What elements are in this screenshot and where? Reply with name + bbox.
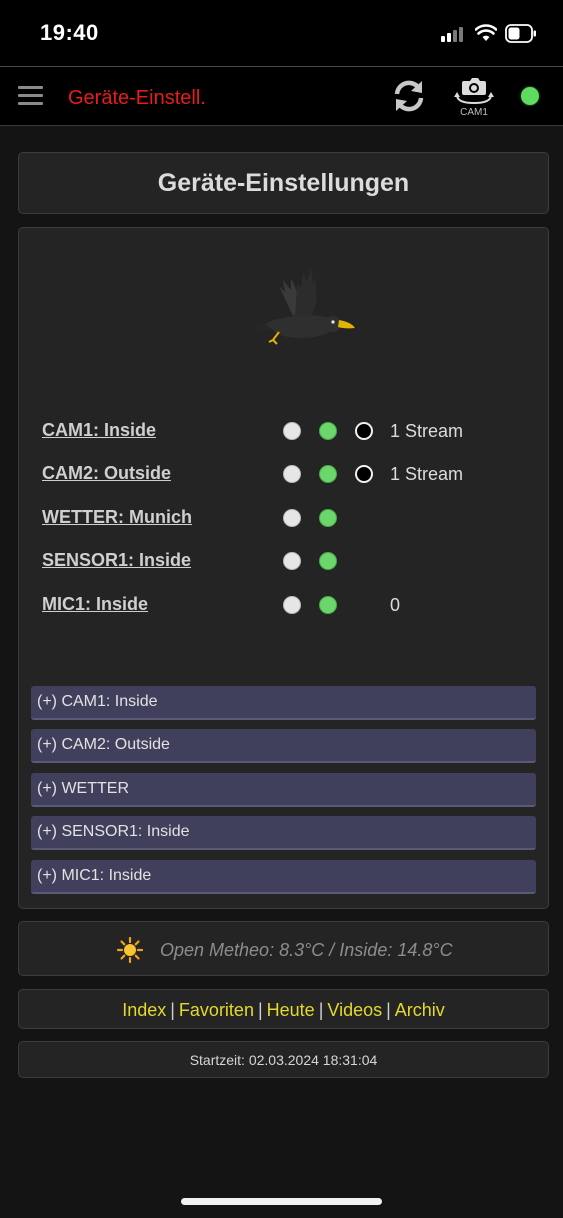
weather-panel: Open Metheo: 8.3°C / Inside: 14.8°C bbox=[18, 921, 549, 976]
accordion-mic1[interactable]: (+) MIC1: Inside bbox=[31, 860, 536, 894]
home-indicator[interactable] bbox=[181, 1198, 382, 1205]
device-info-cam2: 1 Stream bbox=[390, 464, 464, 484]
device-info-cam1: 1 Stream bbox=[390, 421, 464, 441]
device-link-cam2[interactable]: CAM2: Outside bbox=[42, 463, 171, 484]
device-panel: CAM1: Inside 1 Stream CAM2: Outside 1 St… bbox=[18, 227, 549, 909]
device-row-cam2: CAM2: Outside 1 Stream bbox=[42, 463, 532, 487]
link-index[interactable]: Index bbox=[122, 1000, 166, 1020]
status-dot-green bbox=[319, 596, 337, 614]
status-dot-green bbox=[319, 509, 337, 527]
hamburger-menu-icon[interactable] bbox=[18, 86, 43, 106]
accordion-wetter[interactable]: (+) WETTER bbox=[31, 773, 536, 807]
link-separator: | bbox=[318, 1000, 324, 1020]
link-archiv[interactable]: Archiv bbox=[395, 1000, 445, 1020]
status-bar: 19:40 bbox=[0, 0, 563, 66]
device-info-mic1: 0 bbox=[390, 595, 401, 615]
camera-switch-button[interactable]: CAM1 bbox=[453, 75, 495, 121]
status-dot-white bbox=[283, 552, 301, 570]
status-time: 19:40 bbox=[40, 20, 99, 45]
link-favoriten[interactable]: Favoriten bbox=[179, 1000, 254, 1020]
status-dot-white bbox=[283, 422, 301, 440]
sun-icon bbox=[117, 937, 143, 963]
accordion-cam2[interactable]: (+) CAM2: Outside bbox=[31, 729, 536, 763]
device-row-cam1: CAM1: Inside 1 Stream bbox=[42, 420, 532, 444]
device-row-sensor1: SENSOR1: Inside bbox=[42, 550, 532, 574]
status-dot-white bbox=[283, 509, 301, 527]
footer-links: Index | Favoriten | Heute | Videos | Archiv bbox=[19, 1000, 548, 1021]
wifi-icon bbox=[475, 24, 497, 41]
title-panel: Geräte-Einstellungen bbox=[18, 152, 549, 214]
cellular-signal-icon bbox=[441, 26, 467, 42]
device-link-wetter[interactable]: WETTER: Munich bbox=[42, 507, 192, 528]
link-heute[interactable]: Heute bbox=[267, 1000, 315, 1020]
link-separator: | bbox=[257, 1000, 263, 1020]
status-dot-green bbox=[319, 422, 337, 440]
accordion-label: (+) MIC1: Inside bbox=[37, 867, 152, 884]
accordion-label: (+) CAM2: Outside bbox=[37, 736, 170, 753]
app-title: Geräte-Einstell. bbox=[68, 87, 206, 109]
connection-status-indicator bbox=[521, 87, 539, 105]
link-videos[interactable]: Videos bbox=[327, 1000, 382, 1020]
bird-logo-icon bbox=[251, 268, 355, 345]
camera-label: CAM1 bbox=[460, 107, 488, 118]
accordion-sensor1[interactable]: (+) SENSOR1: Inside bbox=[31, 816, 536, 850]
links-panel: Index | Favoriten | Heute | Videos | Archiv bbox=[18, 989, 549, 1029]
device-link-sensor1[interactable]: SENSOR1: Inside bbox=[42, 550, 191, 571]
status-dot-green bbox=[319, 552, 337, 570]
camera-switch-icon bbox=[454, 78, 494, 105]
battery-icon bbox=[505, 24, 536, 43]
page-title: Geräte-Einstellungen bbox=[157, 169, 410, 197]
accordion-label: (+) CAM1: Inside bbox=[37, 693, 158, 710]
device-link-mic1[interactable]: MIC1: Inside bbox=[42, 594, 148, 615]
status-dot-white bbox=[283, 596, 301, 614]
status-dot-record bbox=[355, 465, 373, 483]
device-link-cam1[interactable]: CAM1: Inside bbox=[42, 420, 156, 441]
link-separator: | bbox=[386, 1000, 391, 1020]
weather-text: Open Metheo: 8.3°C / Inside: 14.8°C bbox=[160, 940, 453, 960]
device-row-mic1: MIC1: Inside 0 bbox=[42, 594, 532, 618]
link-separator: | bbox=[170, 1000, 175, 1020]
accordion-label: (+) WETTER bbox=[37, 780, 129, 797]
accordion-label: (+) SENSOR1: Inside bbox=[37, 823, 190, 840]
start-time-panel: Startzeit: 02.03.2024 18:31:04 bbox=[18, 1041, 549, 1078]
status-dot-green bbox=[319, 465, 337, 483]
app-header: Geräte-Einstell. CAM1 bbox=[0, 66, 563, 126]
accordion-cam1[interactable]: (+) CAM1: Inside bbox=[31, 686, 536, 720]
status-dot-record bbox=[355, 422, 373, 440]
device-row-wetter: WETTER: Munich bbox=[42, 507, 532, 531]
status-dot-white bbox=[283, 465, 301, 483]
reload-icon[interactable] bbox=[391, 78, 427, 114]
start-time-text: Startzeit: 02.03.2024 18:31:04 bbox=[189, 1052, 378, 1068]
